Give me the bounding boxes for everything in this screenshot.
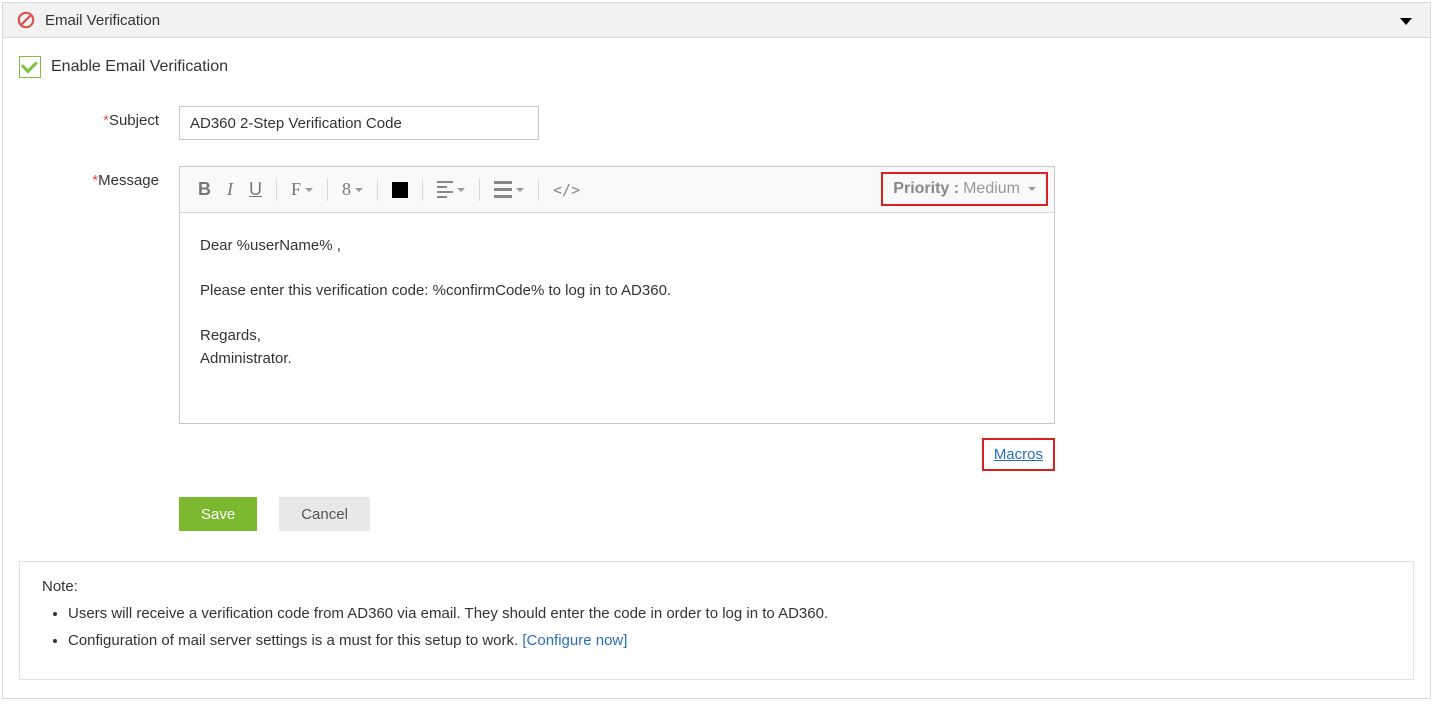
code-view-button[interactable]: </>: [545, 177, 588, 203]
chevron-down-icon: [305, 188, 313, 192]
rich-text-editor: B I U F 8: [179, 166, 1055, 424]
checkmark-icon: [21, 56, 38, 73]
message-label-text: Message: [98, 172, 159, 189]
chevron-down-icon: [1400, 18, 1412, 25]
cancel-button[interactable]: Cancel: [279, 497, 370, 531]
list-button[interactable]: [486, 177, 532, 202]
save-button[interactable]: Save: [179, 497, 257, 531]
macros-link[interactable]: Macros: [994, 446, 1043, 463]
note-item-text: Configuration of mail server settings is…: [68, 632, 522, 649]
priority-dropdown[interactable]: Priority : Medium: [881, 172, 1048, 206]
collapse-toggle[interactable]: [1400, 12, 1412, 28]
italic-button[interactable]: I: [219, 175, 241, 204]
enable-label: Enable Email Verification: [51, 58, 228, 76]
bold-button[interactable]: B: [190, 175, 219, 204]
message-row: *Message B I U F 8: [19, 166, 1414, 471]
priority-label: Priority :: [893, 180, 959, 198]
panel-title: Email Verification: [45, 12, 160, 29]
enable-checkbox[interactable]: [19, 56, 41, 78]
font-size-label: 8: [342, 179, 351, 200]
message-label: *Message: [19, 166, 179, 189]
font-family-button[interactable]: F: [283, 175, 321, 204]
note-box: Note: Users will receive a verification …: [19, 561, 1414, 680]
chevron-down-icon: [355, 188, 363, 192]
align-button[interactable]: [429, 177, 473, 202]
panel-header[interactable]: Email Verification: [3, 3, 1430, 38]
bullet-list-icon: [494, 181, 512, 198]
note-item: Users will receive a verification code f…: [68, 605, 1391, 622]
note-title: Note:: [42, 578, 1391, 595]
toolbar-separator: [276, 179, 277, 201]
subject-label: *Subject: [19, 106, 179, 129]
font-color-button[interactable]: [384, 178, 416, 202]
editor-wrap: B I U F 8: [179, 166, 1055, 471]
note-item: Configuration of mail server settings is…: [68, 632, 1391, 649]
toolbar-separator: [327, 179, 328, 201]
actions-row: Save Cancel: [179, 497, 1414, 531]
subject-row: *Subject: [19, 106, 1414, 140]
toolbar-separator: [377, 179, 378, 201]
forbidden-icon: [17, 11, 35, 29]
configure-now-link[interactable]: [Configure now]: [522, 632, 627, 649]
color-swatch-icon: [392, 182, 408, 198]
chevron-down-icon: [516, 188, 524, 192]
underline-button[interactable]: U: [241, 175, 270, 204]
macros-row: Macros: [179, 438, 1055, 471]
editor-toolbar: B I U F 8: [180, 167, 1054, 213]
email-verification-panel: Email Verification Enable Email Verifica…: [2, 2, 1431, 699]
font-family-label: F: [291, 179, 301, 200]
subject-label-text: Subject: [109, 112, 159, 129]
font-size-button[interactable]: 8: [334, 175, 371, 204]
chevron-down-icon: [1028, 187, 1036, 191]
chevron-down-icon: [457, 188, 465, 192]
note-list: Users will receive a verification code f…: [42, 605, 1391, 649]
enable-row: Enable Email Verification: [19, 56, 1414, 78]
priority-value: Medium: [963, 180, 1020, 198]
panel-body: Enable Email Verification *Subject *Mess…: [3, 38, 1430, 698]
toolbar-separator: [538, 179, 539, 201]
toolbar-separator: [422, 179, 423, 201]
subject-input[interactable]: [179, 106, 539, 140]
message-body[interactable]: Dear %userName% , Please enter this veri…: [180, 213, 1054, 423]
macros-highlight: Macros: [982, 438, 1055, 471]
align-left-icon: [437, 181, 453, 198]
toolbar-separator: [479, 179, 480, 201]
